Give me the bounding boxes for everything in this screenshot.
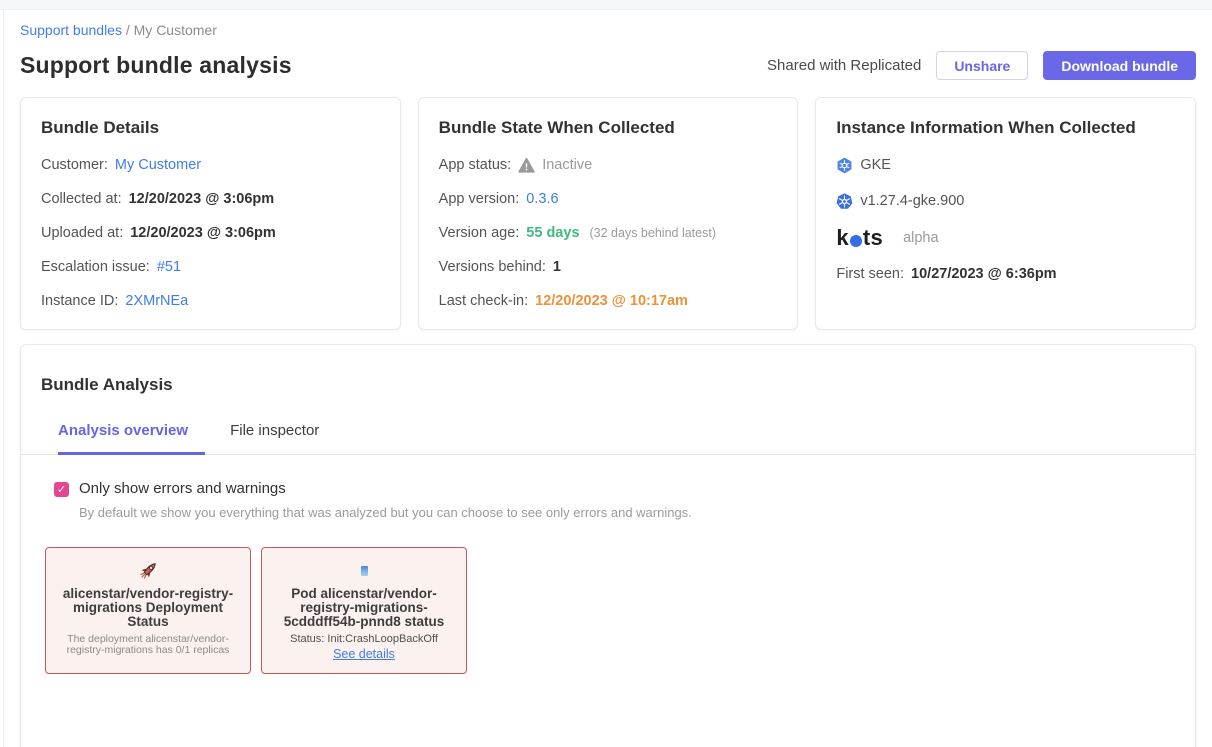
pod-status-card[interactable]: Pod alicenstar/vendor-registry-migration… xyxy=(261,547,467,674)
distribution-row: GKE xyxy=(836,155,1175,176)
gke-icon xyxy=(836,157,853,174)
version-age-note: (32 days behind latest) xyxy=(590,223,716,244)
last-checkin-row: Last check-in: 12/20/2023 @ 10:17am xyxy=(439,291,778,312)
versions-behind-row: Versions behind: 1 xyxy=(439,257,778,278)
instance-id-link[interactable]: 2XMrNEa xyxy=(125,291,188,312)
instance-info-title: Instance Information When Collected xyxy=(836,118,1175,138)
kubernetes-icon xyxy=(836,193,853,210)
pod-card-title: Pod alicenstar/vendor-registry-migration… xyxy=(270,587,458,629)
bundle-details-title: Bundle Details xyxy=(41,118,380,138)
pod-card-icon-wrap xyxy=(270,557,458,584)
download-bundle-button[interactable]: Download bundle xyxy=(1043,51,1196,80)
bundle-analysis-card: Bundle Analysis Analysis overview File i… xyxy=(20,344,1196,747)
deployment-card-description: The deployment alicenstar/vendor-registr… xyxy=(54,634,242,656)
top-strip xyxy=(0,0,1212,10)
escalation-issue-link[interactable]: #51 xyxy=(157,257,181,278)
uploaded-at-label: Uploaded at: xyxy=(41,223,123,244)
last-checkin-value: 12/20/2023 @ 10:17am xyxy=(535,291,688,312)
bundle-state-card: Bundle State When Collected App status: … xyxy=(418,97,799,330)
version-age-row: Version age: 55 days (32 days behind lat… xyxy=(439,223,778,244)
instance-info-card: Instance Information When Collected GKE xyxy=(815,97,1196,330)
bundle-details-card: Bundle Details Customer: My Customer Col… xyxy=(20,97,401,330)
breadcrumb-current: My Customer xyxy=(134,22,217,38)
warning-icon xyxy=(518,157,535,174)
distribution-value: GKE xyxy=(860,155,891,176)
app-version-link[interactable]: 0.3.6 xyxy=(526,189,558,210)
version-age-label: Version age: xyxy=(439,223,520,244)
analysis-tabs: Analysis overview File inspector xyxy=(21,422,1195,455)
bundle-state-title: Bundle State When Collected xyxy=(439,118,778,138)
bundle-analysis-title: Bundle Analysis xyxy=(41,375,1195,395)
collected-at-label: Collected at: xyxy=(41,189,122,210)
app-status-row: App status: Inactive xyxy=(439,155,778,176)
escalation-issue-label: Escalation issue: xyxy=(41,257,150,278)
broken-image-icon xyxy=(361,566,368,576)
version-age-value: 55 days xyxy=(526,223,579,244)
kots-logo: kts xyxy=(836,227,883,249)
analyzer-results: alicenstar/vendor-registry-migrations De… xyxy=(45,547,1195,674)
unshare-button[interactable]: Unshare xyxy=(936,51,1028,80)
first-seen-label: First seen: xyxy=(836,264,904,285)
collected-at-row: Collected at: 12/20/2023 @ 3:06pm xyxy=(41,189,380,210)
escalation-issue-row: Escalation issue: #51 xyxy=(41,257,380,278)
k8s-version-value: v1.27.4-gke.900 xyxy=(860,191,964,212)
breadcrumb-separator: / xyxy=(126,22,130,38)
breadcrumb-support-bundles-link[interactable]: Support bundles xyxy=(20,22,122,38)
kots-row: kts alpha xyxy=(836,227,1175,249)
page-header: Support bundle analysis Shared with Repl… xyxy=(20,51,1196,80)
uploaded-at-value: 12/20/2023 @ 3:06pm xyxy=(130,223,276,244)
app-status-value: Inactive xyxy=(542,155,592,176)
versions-behind-value: 1 xyxy=(553,257,561,278)
rocket-icon xyxy=(137,559,160,582)
kots-logo-k: k xyxy=(836,227,849,249)
deployment-card-icon-wrap xyxy=(54,557,242,584)
filter-description: By default we show you everything that w… xyxy=(79,505,692,520)
page-title: Support bundle analysis xyxy=(20,52,292,79)
tab-analysis-overview[interactable]: Analysis overview xyxy=(58,422,205,455)
customer-row: Customer: My Customer xyxy=(41,155,380,176)
see-details-link[interactable]: See details xyxy=(333,647,395,661)
versions-behind-label: Versions behind: xyxy=(439,257,546,278)
main-content: Support bundles / My Customer Support bu… xyxy=(0,22,1212,747)
share-status-text: Shared with Replicated xyxy=(767,57,921,74)
k8s-version-row: v1.27.4-gke.900 xyxy=(836,191,1175,212)
filter-label[interactable]: Only show errors and warnings xyxy=(79,479,692,498)
deployment-status-card[interactable]: alicenstar/vendor-registry-migrations De… xyxy=(45,547,251,674)
last-checkin-label: Last check-in: xyxy=(439,291,528,312)
app-version-row: App version: 0.3.6 xyxy=(439,189,778,210)
first-seen-value: 10/27/2023 @ 6:36pm xyxy=(911,264,1057,285)
pod-card-status: Status: Init:CrashLoopBackOff xyxy=(270,633,458,645)
errors-warnings-checkbox[interactable]: ✓ xyxy=(54,482,69,497)
breadcrumb: Support bundles / My Customer xyxy=(20,22,1196,38)
tab-file-inspector[interactable]: File inspector xyxy=(230,422,319,454)
customer-link[interactable]: My Customer xyxy=(115,155,201,176)
filter-text-block: Only show errors and warnings By default… xyxy=(79,479,692,520)
info-cards-row: Bundle Details Customer: My Customer Col… xyxy=(20,97,1196,330)
customer-label: Customer: xyxy=(41,155,108,176)
deployment-card-title: alicenstar/vendor-registry-migrations De… xyxy=(54,587,242,629)
instance-id-row: Instance ID: 2XMrNEa xyxy=(41,291,380,312)
app-version-label: App version: xyxy=(439,189,520,210)
uploaded-at-row: Uploaded at: 12/20/2023 @ 3:06pm xyxy=(41,223,380,244)
kots-logo-o-icon xyxy=(850,235,862,247)
first-seen-row: First seen: 10/27/2023 @ 6:36pm xyxy=(836,264,1175,285)
collected-at-value: 12/20/2023 @ 3:06pm xyxy=(129,189,275,210)
kots-logo-ts: ts xyxy=(863,227,883,249)
errors-warnings-filter: ✓ Only show errors and warnings By defau… xyxy=(54,479,1195,520)
app-status-label: App status: xyxy=(439,155,512,176)
instance-id-label: Instance ID: xyxy=(41,291,118,312)
kots-channel: alpha xyxy=(903,228,938,249)
header-actions: Shared with Replicated Unshare Download … xyxy=(767,51,1196,80)
